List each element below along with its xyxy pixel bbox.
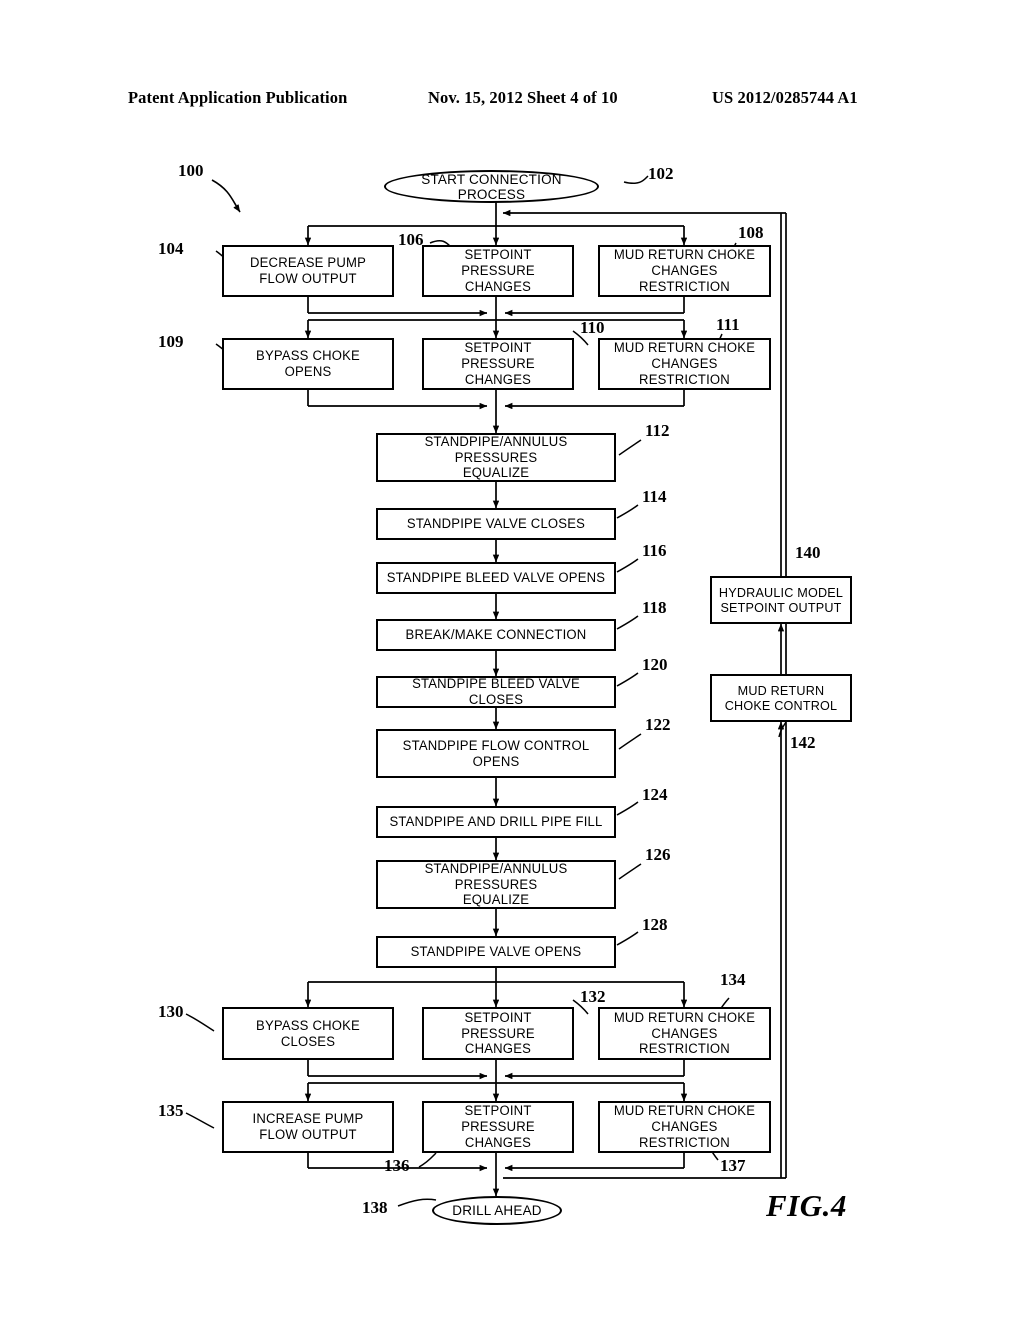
ref-108: 108 <box>738 223 764 242</box>
process-110-label: SETPOINT PRESSURE CHANGES <box>461 340 535 387</box>
process-136-label: SETPOINT PRESSURE CHANGES <box>461 1103 535 1150</box>
ref-114: 114 <box>642 487 667 506</box>
process-120[interactable]: STANDPIPE BLEED VALVE CLOSES <box>376 676 616 708</box>
ref-140: 140 <box>795 543 821 562</box>
process-128[interactable]: STANDPIPE VALVE OPENS <box>376 936 616 968</box>
process-106-label: SETPOINT PRESSURE CHANGES <box>461 247 535 294</box>
process-126-label: STANDPIPE/ANNULUS PRESSURES EQUALIZE <box>424 860 568 908</box>
ref-137: 137 <box>720 1156 746 1175</box>
process-116-label: STANDPIPE BLEED VALVE OPENS <box>386 570 606 586</box>
process-135-label: INCREASE PUMP FLOW OUTPUT <box>252 1111 364 1142</box>
process-114-label: STANDPIPE VALVE CLOSES <box>406 516 586 532</box>
ref-109: 109 <box>158 332 184 351</box>
process-134-label: MUD RETURN CHOKE CHANGES RESTRICTION <box>613 1009 756 1057</box>
ref-136: 136 <box>384 1156 410 1175</box>
process-104[interactable]: DECREASE PUMP FLOW OUTPUT <box>222 245 394 297</box>
process-118-label: BREAK/MAKE CONNECTION <box>405 627 587 643</box>
ref-134: 134 <box>720 970 746 989</box>
ref-100-diagram: 100 <box>178 161 204 180</box>
figure-caption: FIG.4 <box>766 1188 847 1223</box>
process-124[interactable]: STANDPIPE AND DRILL PIPE FILL <box>376 806 616 838</box>
ref-122: 122 <box>645 715 671 734</box>
process-104-label: DECREASE PUMP FLOW OUTPUT <box>249 255 367 286</box>
ref-135: 135 <box>158 1101 184 1120</box>
ref-128: 128 <box>642 915 668 934</box>
process-136[interactable]: SETPOINT PRESSURE CHANGES <box>422 1101 574 1153</box>
ref-130: 130 <box>158 1002 184 1021</box>
process-132[interactable]: SETPOINT PRESSURE CHANGES <box>422 1007 574 1060</box>
ref-126: 126 <box>645 845 671 864</box>
ref-112: 112 <box>645 421 670 440</box>
ref-106: 106 <box>398 230 424 249</box>
process-135[interactable]: INCREASE PUMP FLOW OUTPUT <box>222 1101 394 1153</box>
process-126[interactable]: STANDPIPE/ANNULUS PRESSURES EQUALIZE <box>376 860 616 909</box>
terminal-start-label: START CONNECTION PROCESS <box>421 171 562 202</box>
process-111-label: MUD RETURN CHOKE CHANGES RESTRICTION <box>613 340 756 387</box>
process-128-label: STANDPIPE VALVE OPENS <box>410 944 582 960</box>
ref-110: 110 <box>580 318 605 337</box>
process-114[interactable]: STANDPIPE VALVE CLOSES <box>376 508 616 540</box>
ref-120: 120 <box>642 655 668 674</box>
ref-142: 142 <box>790 733 816 752</box>
ref-116: 116 <box>642 541 667 560</box>
terminal-start[interactable]: START CONNECTION PROCESS <box>384 170 599 203</box>
process-109-label: BYPASS CHOKE OPENS <box>256 348 360 379</box>
process-112[interactable]: STANDPIPE/ANNULUS PRESSURES EQUALIZE <box>376 433 616 482</box>
ref-104: 104 <box>158 239 184 258</box>
ref-138: 138 <box>362 1198 388 1217</box>
ref-124: 124 <box>642 785 668 804</box>
process-140-label: HYDRAULIC MODEL SETPOINT OUTPUT <box>718 584 844 615</box>
process-110[interactable]: SETPOINT PRESSURE CHANGES <box>422 338 574 390</box>
process-140[interactable]: HYDRAULIC MODEL SETPOINT OUTPUT <box>710 576 852 624</box>
process-132-label: SETPOINT PRESSURE CHANGES <box>461 1009 535 1057</box>
ref-111: 111 <box>716 315 740 334</box>
process-130[interactable]: BYPASS CHOKE CLOSES <box>222 1007 394 1060</box>
process-108[interactable]: MUD RETURN CHOKE CHANGES RESTRICTION <box>598 245 771 297</box>
terminal-drill-ahead[interactable]: DRILL AHEAD <box>432 1196 562 1225</box>
ref-102: 102 <box>648 164 674 183</box>
process-142-label: MUD RETURN CHOKE CONTROL <box>724 682 838 713</box>
process-116[interactable]: STANDPIPE BLEED VALVE OPENS <box>376 562 616 594</box>
process-106[interactable]: SETPOINT PRESSURE CHANGES <box>422 245 574 297</box>
process-109[interactable]: BYPASS CHOKE OPENS <box>222 338 394 390</box>
process-142[interactable]: MUD RETURN CHOKE CONTROL <box>710 674 852 722</box>
process-108-label: MUD RETURN CHOKE CHANGES RESTRICTION <box>613 247 756 294</box>
ref-118: 118 <box>642 598 667 617</box>
process-137[interactable]: MUD RETURN CHOKE CHANGES RESTRICTION <box>598 1101 771 1153</box>
process-112-label: STANDPIPE/ANNULUS PRESSURES EQUALIZE <box>424 433 568 481</box>
process-134[interactable]: MUD RETURN CHOKE CHANGES RESTRICTION <box>598 1007 771 1060</box>
process-120-label: STANDPIPE BLEED VALVE CLOSES <box>412 676 580 707</box>
patent-figure-4: START CONNECTION PROCESS 102 100 DECREAS… <box>0 0 1024 1320</box>
process-130-label: BYPASS CHOKE CLOSES <box>256 1017 360 1049</box>
terminal-drill-ahead-label: DRILL AHEAD <box>452 1203 542 1218</box>
process-122[interactable]: STANDPIPE FLOW CONTROL OPENS <box>376 729 616 778</box>
process-124-label: STANDPIPE AND DRILL PIPE FILL <box>389 814 603 830</box>
process-137-label: MUD RETURN CHOKE CHANGES RESTRICTION <box>613 1103 756 1150</box>
process-122-label: STANDPIPE FLOW CONTROL OPENS <box>402 737 590 769</box>
process-111[interactable]: MUD RETURN CHOKE CHANGES RESTRICTION <box>598 338 771 390</box>
ref-132: 132 <box>580 987 606 1006</box>
process-118[interactable]: BREAK/MAKE CONNECTION <box>376 619 616 651</box>
